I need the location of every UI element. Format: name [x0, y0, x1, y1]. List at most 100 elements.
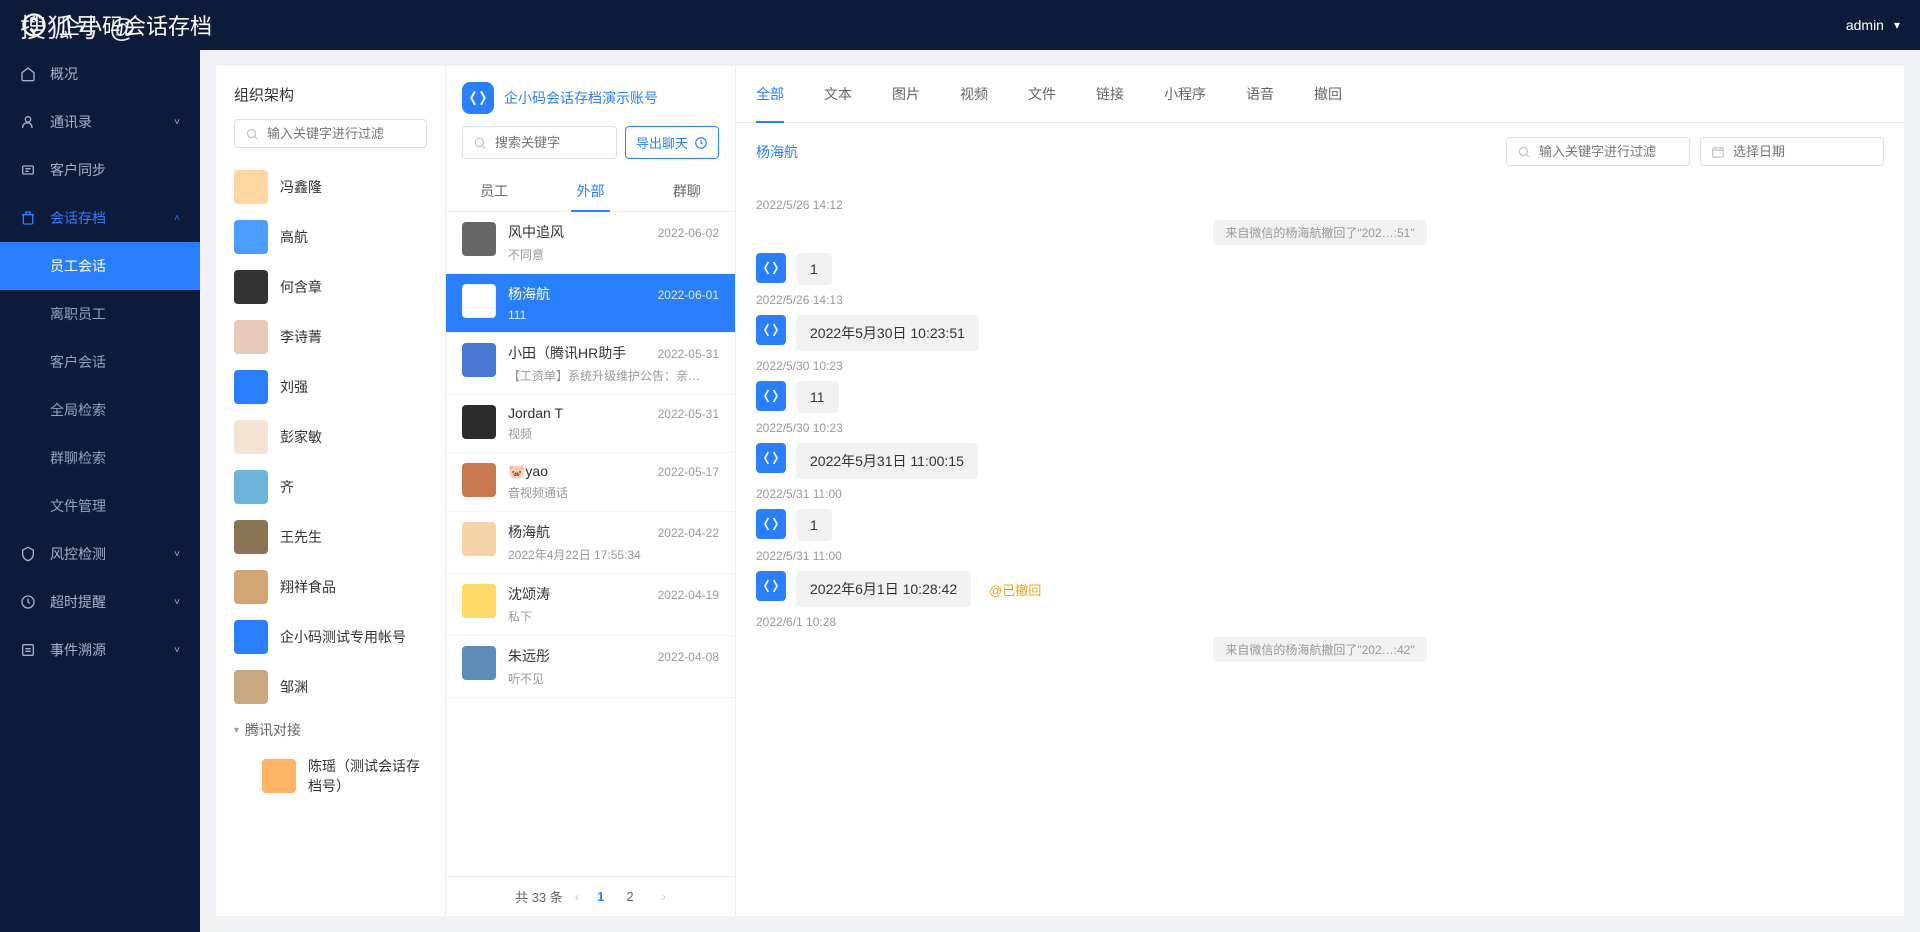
org-tree-node[interactable]: ▾腾讯对接 [234, 712, 427, 748]
avatar [462, 405, 496, 439]
chat-tab[interactable]: 小程序 [1164, 66, 1206, 122]
app-logo-icon [20, 11, 48, 39]
org-member[interactable]: 邹渊 [234, 662, 427, 712]
chat-title: 杨海航 [756, 142, 798, 162]
conv-tabs: 员工外部群聊 [446, 171, 735, 212]
org-member[interactable]: 高航 [234, 212, 427, 262]
nav-subitem[interactable]: 全局检索 [50, 386, 200, 434]
avatar [234, 670, 268, 704]
conversation-item[interactable]: 风中追风2022-06-02不同意 [446, 212, 735, 274]
export-button[interactable]: 导出聊天 [625, 126, 719, 159]
chat-tab[interactable]: 文本 [824, 66, 852, 122]
chat-date-picker[interactable] [1700, 137, 1884, 166]
conv-search[interactable] [462, 126, 617, 159]
pager-page[interactable]: 2 [620, 887, 639, 906]
avatar [462, 584, 496, 618]
conversation-item[interactable]: Jordan T2022-05-31视频 [446, 395, 735, 453]
conversation-item[interactable]: 朱远彤2022-04-08听不见 [446, 636, 735, 698]
chat-tab[interactable]: 全部 [756, 66, 784, 122]
chat-tab[interactable]: 视频 [960, 66, 988, 122]
history-icon [694, 136, 708, 150]
avatar [756, 509, 786, 539]
nav-label: 超时提醒 [50, 592, 106, 612]
conv-tab[interactable]: 员工 [446, 171, 542, 211]
conversation-item[interactable]: 杨海航2022-06-01111 [446, 274, 735, 333]
user-menu[interactable]: admin [1846, 17, 1900, 33]
message-bubble: 11 [796, 381, 839, 413]
message-bubble: 2022年6月1日 10:28:42 [796, 571, 971, 607]
org-member[interactable]: 冯鑫隆 [234, 162, 427, 212]
org-search[interactable] [234, 119, 427, 148]
chat-date-input[interactable] [1733, 144, 1873, 159]
conv-preview: 私下 [508, 608, 719, 625]
avatar [262, 759, 296, 793]
nav-subitem[interactable]: 群聊检索 [50, 434, 200, 482]
conv-name: 朱远彤 [508, 646, 550, 666]
org-member[interactable]: 翔祥食品 [234, 562, 427, 612]
conversation-item[interactable]: 小田（腾讯HR助手2022-05-31【工资单】系统升级维护公告：亲… [446, 333, 735, 395]
org-member[interactable]: 李诗菁 [234, 312, 427, 362]
chat-tab[interactable]: 撤回 [1314, 66, 1342, 122]
nav-item[interactable]: 通讯录˅ [0, 98, 200, 146]
conv-header: 企小码会话存档演示账号 [446, 66, 735, 126]
avatar [234, 370, 268, 404]
avatar [756, 315, 786, 345]
nav-item[interactable]: 超时提醒˅ [0, 578, 200, 626]
conversation-item[interactable]: 沈颂涛 2022-04-19 私下 [446, 574, 735, 636]
nav-item[interactable]: 事件溯源˅ [0, 626, 200, 674]
member-name: 翔祥食品 [280, 577, 336, 597]
message-bubble: 1 [796, 253, 832, 285]
nav-item[interactable]: 风控检测˅ [0, 530, 200, 578]
conv-search-input[interactable] [495, 135, 606, 150]
pager-next[interactable]: › [662, 889, 666, 904]
avatar [234, 320, 268, 354]
chat-tab[interactable]: 链接 [1096, 66, 1124, 122]
conv-tab[interactable]: 外部 [542, 171, 638, 211]
conv-date: 2022-05-31 [658, 347, 719, 361]
nav-item[interactable]: 会话存档˄ [0, 194, 200, 242]
chat-tab[interactable]: 图片 [892, 66, 920, 122]
org-member[interactable]: 企小码测试专用帐号 [234, 612, 427, 662]
nav-subitem[interactable]: 员工会话 [0, 242, 200, 290]
nav-item[interactable]: 概况 [0, 50, 200, 98]
org-panel: 组织架构 冯鑫隆高航何含章李诗菁刘强彭家敏齐王先生翔祥食品企小码测试专用帐号邹渊… [216, 66, 446, 916]
nav-subitem[interactable]: 文件管理 [50, 482, 200, 530]
chat-tab[interactable]: 语音 [1246, 66, 1274, 122]
conv-preview: 不同意 [508, 246, 719, 263]
pager: 共 33 条 ‹ 12 › [446, 876, 735, 916]
avatar [462, 284, 496, 318]
member-name: 企小码测试专用帐号 [280, 627, 406, 647]
avatar [756, 443, 786, 473]
nav-subitem[interactable]: 客户会话 [50, 338, 200, 386]
nav-item[interactable]: 客户同步 [0, 146, 200, 194]
chat-panel: 全部文本图片视频文件链接小程序语音撤回 杨海航 [736, 66, 1904, 916]
conversation-item[interactable]: 🐷yao2022-05-17音视频通话 [446, 453, 735, 512]
org-member[interactable]: 陈瑶（测试会话存档号） [234, 748, 427, 804]
org-member[interactable]: 王先生 [234, 512, 427, 562]
avatar [462, 522, 496, 556]
chevron-down-icon: ˅ [174, 645, 180, 656]
avatar [756, 381, 786, 411]
chat-filter-input[interactable] [1539, 144, 1679, 159]
org-member[interactable]: 何含章 [234, 262, 427, 312]
conv-tab[interactable]: 群聊 [639, 171, 735, 211]
chat-tab[interactable]: 文件 [1028, 66, 1056, 122]
member-name: 邹渊 [280, 677, 308, 697]
org-search-input[interactable] [267, 126, 416, 141]
conversation-item[interactable]: 杨海航2022-04-222022年4月22日 17:55:34 [446, 512, 735, 574]
chat-filter-search[interactable] [1506, 137, 1690, 166]
conv-date: 2022-04-19 [658, 588, 719, 602]
org-member[interactable]: 彭家敏 [234, 412, 427, 462]
org-member[interactable]: 齐 [234, 462, 427, 512]
nav-subitem[interactable]: 离职员工 [50, 290, 200, 338]
message-row: 1 [756, 509, 1884, 541]
pager-prev[interactable]: ‹ [575, 889, 579, 904]
search-icon [473, 136, 487, 150]
conv-date: 2022-06-01 [658, 288, 719, 302]
chevron-down-icon: ˅ [174, 549, 180, 560]
org-member[interactable]: 刘强 [234, 362, 427, 412]
message-row: 1 [756, 253, 1884, 285]
conv-name: 沈颂涛 [508, 584, 550, 604]
pager-page[interactable]: 1 [591, 887, 610, 906]
chat-timestamp: 2022/5/31 11:00 [756, 487, 1884, 501]
